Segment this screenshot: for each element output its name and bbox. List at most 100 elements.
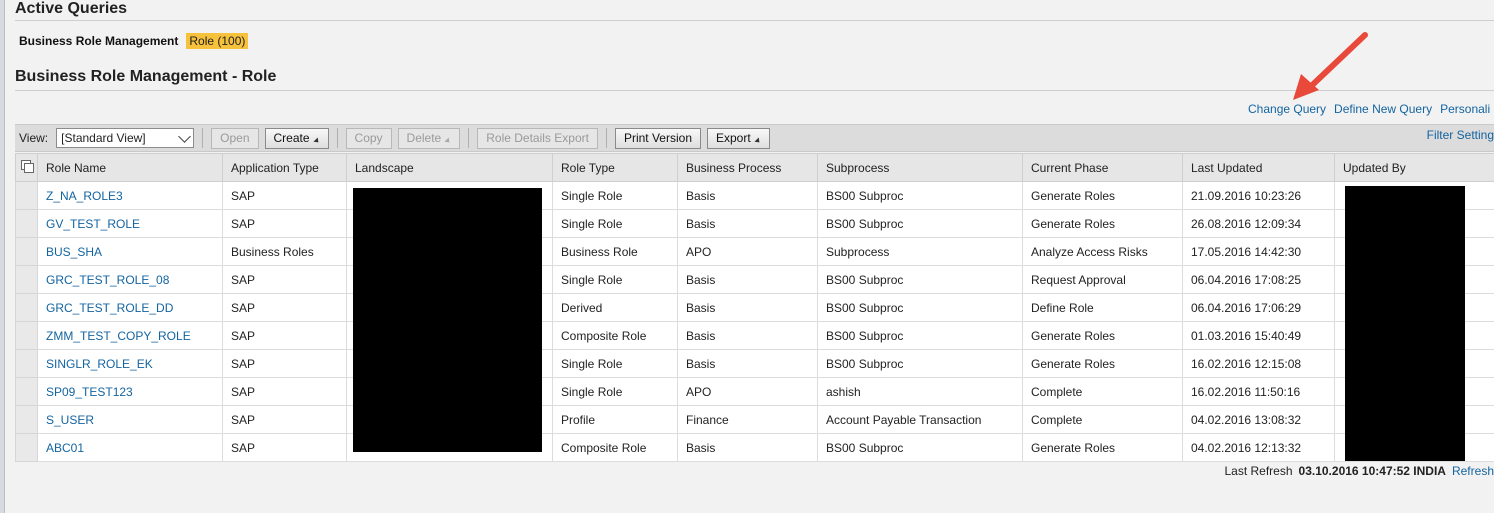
refresh-link[interactable]: Refresh — [1452, 464, 1494, 478]
table-row[interactable]: S_USER SAP Profile Finance Account Payab… — [15, 405, 1494, 434]
row-selector[interactable] — [15, 237, 38, 266]
role-name-link[interactable]: ABC01 — [37, 433, 223, 462]
last-updated-cell: 16.02.2016 11:50:16 — [1182, 377, 1335, 406]
role-type-cell: Composite Role — [552, 321, 678, 350]
business-process-cell: Basis — [677, 181, 818, 210]
saved-query-chip[interactable]: Role (100) — [186, 33, 249, 49]
row-selector[interactable] — [15, 321, 38, 350]
business-process-cell: Basis — [677, 265, 818, 294]
role-type-cell: Business Role — [552, 237, 678, 266]
column-header-role-name[interactable]: Role Name — [37, 153, 223, 182]
last-updated-cell: 26.08.2016 12:09:34 — [1182, 209, 1335, 238]
row-selector[interactable] — [15, 433, 38, 462]
table-row[interactable]: GRC_TEST_ROLE_08 SAP Single Role Basis B… — [15, 265, 1494, 294]
row-selector[interactable] — [15, 349, 38, 378]
current-phase-cell: Define Role — [1022, 293, 1183, 322]
dropdown-corner-icon — [754, 137, 762, 145]
table-row[interactable]: ABC01 SAP Composite Role Basis BS00 Subp… — [15, 433, 1494, 462]
column-header-application-type[interactable]: Application Type — [222, 153, 347, 182]
current-phase-cell: Request Approval — [1022, 265, 1183, 294]
column-header-landscape[interactable]: Landscape — [346, 153, 553, 182]
delete-button-label: Delete — [406, 131, 442, 145]
toolbar-separator — [605, 128, 607, 148]
role-name-link[interactable]: BUS_SHA — [37, 237, 223, 266]
column-header-last-updated[interactable]: Last Updated — [1182, 153, 1335, 182]
change-query-link[interactable]: Change Query — [1248, 102, 1326, 116]
subprocess-cell: Subprocess — [817, 237, 1023, 266]
subprocess-cell: Account Payable Transaction — [817, 405, 1023, 434]
personalize-link[interactable]: Personali — [1440, 102, 1490, 116]
table-row[interactable]: Z_NA_ROLE3 SAP Single Role Basis BS00 Su… — [15, 181, 1494, 210]
select-all-cell[interactable] — [15, 153, 38, 182]
dropdown-corner-icon — [312, 137, 321, 145]
subprocess-cell: BS00 Subproc — [817, 349, 1023, 378]
role-name-link[interactable]: S_USER — [37, 405, 223, 434]
row-selector[interactable] — [15, 293, 38, 322]
print-version-button[interactable]: Print Version — [614, 127, 701, 149]
column-header-subprocess[interactable]: Subprocess — [817, 153, 1023, 182]
delete-button[interactable]: Delete — [397, 127, 461, 149]
table-row[interactable]: BUS_SHA Business Roles Business Role APO… — [15, 237, 1494, 266]
open-button[interactable]: Open — [211, 127, 259, 149]
active-queries-heading: Active Queries — [15, 0, 128, 17]
last-updated-cell: 21.09.2016 10:23:26 — [1182, 181, 1335, 210]
define-new-query-link[interactable]: Define New Query — [1334, 102, 1432, 116]
view-label: View: — [19, 131, 49, 145]
role-details-export-label: Role Details Export — [486, 131, 589, 145]
divider — [15, 90, 1494, 91]
page-title: Business Role Management - Role — [15, 68, 277, 85]
current-phase-cell: Complete — [1022, 405, 1183, 434]
copy-button[interactable]: Copy — [345, 127, 392, 149]
role-type-cell: Single Role — [552, 209, 678, 238]
column-header-updated-by[interactable]: Updated By — [1334, 153, 1494, 182]
subprocess-cell: BS00 Subproc — [817, 321, 1023, 350]
column-header-current-phase[interactable]: Current Phase — [1022, 153, 1183, 182]
row-selector[interactable] — [15, 405, 38, 434]
role-name-link[interactable]: ZMM_TEST_COPY_ROLE — [37, 321, 223, 350]
dropdown-corner-icon — [444, 137, 452, 145]
subprocess-cell: BS00 Subproc — [817, 209, 1023, 238]
business-process-cell: Basis — [677, 321, 818, 350]
business-process-cell: Finance — [677, 405, 818, 434]
saved-query-label: Business Role Management — [19, 34, 179, 48]
row-selector[interactable] — [15, 181, 38, 210]
chevron-down-icon — [178, 129, 192, 143]
table-row[interactable]: SP09_TEST123 SAP Single Role APO ashish … — [15, 377, 1494, 406]
subprocess-cell: BS00 Subproc — [817, 293, 1023, 322]
role-name-link[interactable]: GRC_TEST_ROLE_08 — [37, 265, 223, 294]
role-name-link[interactable]: Z_NA_ROLE3 — [37, 181, 223, 210]
column-header-business-process[interactable]: Business Process — [677, 153, 818, 182]
table-row[interactable]: ZMM_TEST_COPY_ROLE SAP Composite Role Ba… — [15, 321, 1494, 350]
role-name-link[interactable]: GV_TEST_ROLE — [37, 209, 223, 238]
table-row[interactable]: GRC_TEST_ROLE_DD SAP Derived Basis BS00 … — [15, 293, 1494, 322]
toolbar-separator — [468, 128, 470, 148]
role-details-export-button[interactable]: Role Details Export — [477, 127, 598, 149]
role-type-cell: Single Role — [552, 377, 678, 406]
last-updated-cell: 17.05.2016 14:42:30 — [1182, 237, 1335, 266]
table-row[interactable]: SINGLR_ROLE_EK SAP Single Role Basis BS0… — [15, 349, 1494, 378]
current-phase-cell: Generate Roles — [1022, 349, 1183, 378]
current-phase-cell: Complete — [1022, 377, 1183, 406]
role-name-link[interactable]: SP09_TEST123 — [37, 377, 223, 406]
application-type-cell: SAP — [222, 321, 347, 350]
row-selector[interactable] — [15, 377, 38, 406]
redacted-updated-by-block — [1345, 186, 1465, 461]
filter-settings-link[interactable]: Filter Setting — [1427, 128, 1494, 142]
role-name-link[interactable]: SINGLR_ROLE_EK — [37, 349, 223, 378]
export-button[interactable]: Export — [707, 127, 770, 149]
column-header-role-type[interactable]: Role Type — [552, 153, 678, 182]
row-selector[interactable] — [15, 209, 38, 238]
table-row[interactable]: GV_TEST_ROLE SAP Single Role Basis BS00 … — [15, 209, 1494, 238]
select-all-icon — [20, 160, 34, 173]
create-button[interactable]: Create — [264, 127, 329, 149]
application-type-cell: SAP — [222, 265, 347, 294]
saved-query-row: Business Role Management Role (100) — [19, 33, 249, 49]
view-select[interactable]: [Standard View] — [56, 128, 195, 148]
application-type-cell: SAP — [222, 293, 347, 322]
roles-table: Role Name Application Type Landscape Rol… — [15, 153, 1494, 462]
last-refresh-label: Last Refresh — [1224, 464, 1293, 478]
row-selector[interactable] — [15, 265, 38, 294]
role-type-cell: Derived — [552, 293, 678, 322]
current-phase-cell: Generate Roles — [1022, 181, 1183, 210]
role-name-link[interactable]: GRC_TEST_ROLE_DD — [37, 293, 223, 322]
